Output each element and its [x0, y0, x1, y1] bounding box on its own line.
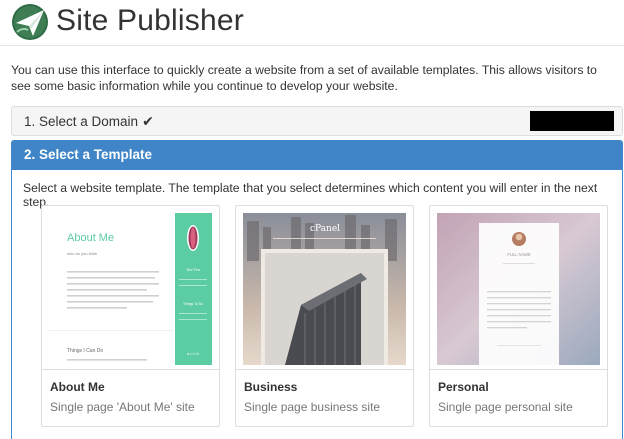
- preview-section2: Things I Can Do: [67, 348, 103, 354]
- paper-plane-icon: [12, 4, 48, 40]
- template-preview-about-me: About Me who do you think Things I Can D…: [49, 213, 212, 365]
- template-title: Business: [244, 380, 298, 394]
- template-preview-business: cPanel: [243, 213, 406, 365]
- template-caption-business: Business Single page business site: [236, 369, 413, 428]
- redacted-domain: [530, 111, 614, 131]
- template-card-business[interactable]: cPanel Business Single page business sit…: [235, 205, 414, 427]
- preview-panel-contact: Things To Do: [183, 302, 203, 306]
- template-title: About Me: [50, 380, 105, 394]
- template-caption-about-me: About Me Single page 'About Me' site: [42, 369, 219, 428]
- step-select-domain-label: 1. Select a Domain ✔: [24, 113, 154, 129]
- template-card-personal[interactable]: FULL NAME Personal Single page personal …: [429, 205, 608, 427]
- preview-panel-footer: a t l i b: [187, 351, 200, 356]
- preview-subheading: who do you think: [67, 251, 97, 256]
- step-select-template-header[interactable]: 2. Select a Template: [12, 141, 622, 170]
- template-card-about-me[interactable]: About Me who do you think Things I Can D…: [41, 205, 220, 427]
- template-subtitle: Single page personal site: [438, 400, 573, 414]
- preview-panel-name: Ted Ten: [186, 267, 200, 272]
- app-header: Site Publisher: [0, 0, 624, 46]
- template-title: Personal: [438, 380, 489, 394]
- preview-heading: About Me: [67, 232, 114, 244]
- template-preview-personal: FULL NAME: [437, 213, 600, 365]
- preview-name: FULL NAME: [507, 252, 531, 257]
- template-caption-personal: Personal Single page personal site: [430, 369, 607, 428]
- check-icon: ✔: [142, 113, 154, 129]
- template-subtitle: Single page 'About Me' site: [50, 400, 195, 414]
- template-subtitle: Single page business site: [244, 400, 381, 414]
- preview-brand: cPanel: [310, 224, 340, 234]
- intro-text: You can use this interface to quickly cr…: [11, 63, 597, 93]
- page-title: Site Publisher: [56, 4, 244, 37]
